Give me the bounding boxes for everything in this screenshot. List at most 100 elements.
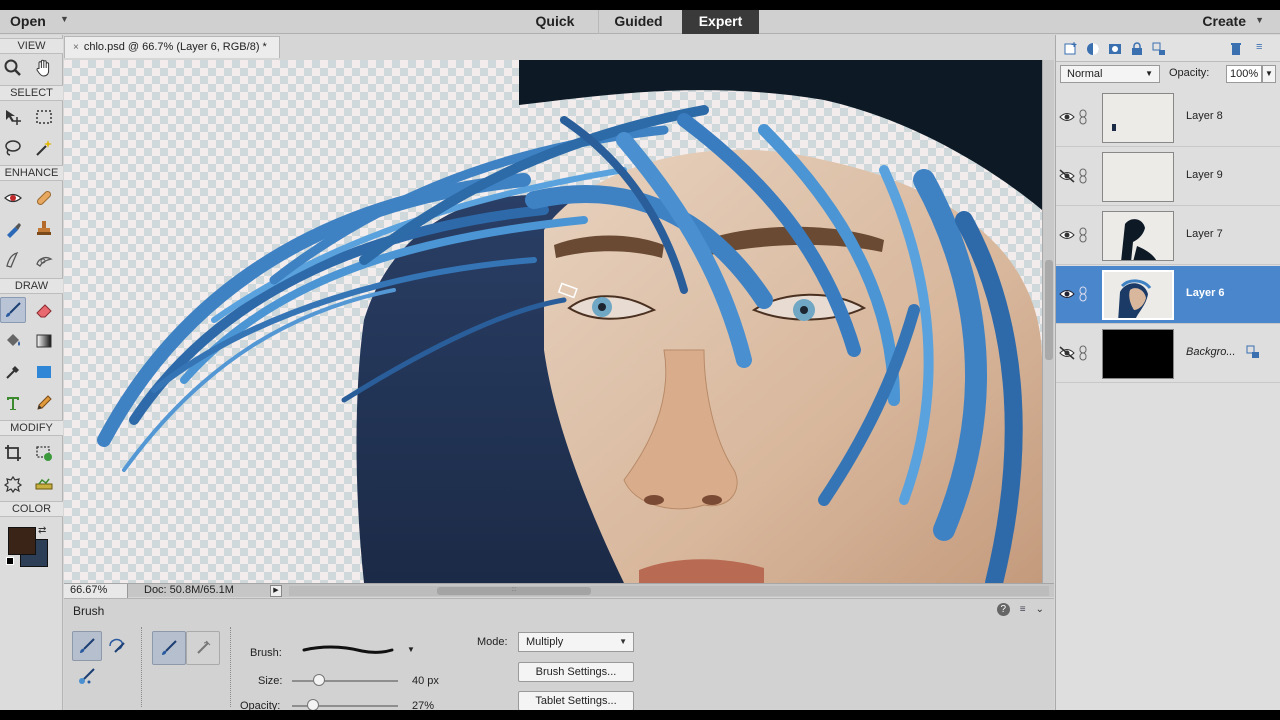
document-tab[interactable]: × chlo.psd @ 66.7% (Layer 6, RGB/8) * <box>64 36 280 58</box>
layer-lock-icon[interactable] <box>1246 345 1260 359</box>
mode-caret-icon: ▼ <box>619 637 627 646</box>
artwork <box>97 60 1042 583</box>
paint-bucket-icon[interactable] <box>0 328 26 354</box>
opacity-value[interactable]: 27% <box>412 700 434 710</box>
lasso-icon[interactable] <box>0 135 26 161</box>
tool-options-controls: ? ≡ ⌄ <box>996 603 1044 616</box>
clone-stamp-icon[interactable] <box>31 216 57 242</box>
visibility-eye-icon[interactable] <box>1059 228 1075 242</box>
collapse-icon[interactable]: ⌄ <box>1036 604 1044 615</box>
layer-row[interactable]: Layer 6 <box>1056 266 1280 324</box>
zoom-icon[interactable] <box>0 55 26 81</box>
magic-wand-icon[interactable] <box>31 135 57 161</box>
adjustment-layer-icon[interactable] <box>1085 41 1101 57</box>
straighten-icon[interactable] <box>31 471 57 497</box>
help-icon[interactable]: ? <box>996 603 1010 616</box>
marquee-icon[interactable] <box>31 104 57 130</box>
layer-name: Layer 7 <box>1186 228 1223 240</box>
brush-preset-preview[interactable] <box>302 641 394 659</box>
layer-opacity-field[interactable]: 100% <box>1226 65 1262 83</box>
horizontal-scroll-thumb[interactable]: ::: <box>437 587 591 595</box>
shape-icon[interactable] <box>31 359 57 385</box>
spot-healing-icon[interactable] <box>31 185 57 211</box>
move-icon[interactable] <box>0 104 26 130</box>
layer-row[interactable]: Backgro... <box>1056 325 1280 383</box>
content-aware-move-icon[interactable] <box>0 471 26 497</box>
link-icon[interactable] <box>1078 345 1088 361</box>
layer-row[interactable]: Layer 8 <box>1056 89 1280 147</box>
opacity-slider-knob[interactable] <box>307 699 320 710</box>
recompose-icon[interactable] <box>31 440 57 466</box>
status-bar: 66.67% Doc: 50.8M/65.1M ▶ ::: <box>64 583 1054 598</box>
red-eye-icon[interactable] <box>0 185 26 211</box>
link-icon[interactable] <box>1078 168 1088 184</box>
layers-toolbar: ≡ <box>1056 35 1280 62</box>
brush-tool-option[interactable] <box>72 631 102 661</box>
vertical-scrollbar[interactable] <box>1042 60 1054 583</box>
swap-colors-icon[interactable]: ⇄ <box>38 525 46 536</box>
brush-preset-dropdown-icon[interactable]: ▼ <box>407 645 415 654</box>
color-replacement-option[interactable] <box>72 661 102 691</box>
layers-panel-menu-icon[interactable]: ≡ <box>1256 41 1272 57</box>
close-tab-icon[interactable]: × <box>73 42 79 53</box>
blend-mode-caret-icon: ▼ <box>1145 69 1153 78</box>
layer-opacity-caret-icon[interactable]: ▼ <box>1262 65 1276 83</box>
lock-all-icon[interactable] <box>1151 41 1167 57</box>
tab-guided[interactable]: Guided <box>598 10 678 34</box>
layer-mask-icon[interactable] <box>1107 41 1123 57</box>
layer-opacity-label: Opacity: <box>1169 67 1210 79</box>
canvas[interactable] <box>64 60 1042 583</box>
eyedropper-icon[interactable] <box>0 359 26 385</box>
layer-name: Layer 6 <box>1186 287 1225 299</box>
layer-row[interactable]: Layer 7 <box>1056 207 1280 265</box>
impressionist-brush-option[interactable] <box>102 631 132 661</box>
brush-settings-button[interactable]: Brush Settings... <box>518 662 634 682</box>
status-menu-icon[interactable]: ▶ <box>270 585 282 597</box>
lock-pixels-icon[interactable] <box>1129 41 1145 57</box>
create-button[interactable]: Create <box>1202 13 1246 29</box>
section-enhance: ENHANCE <box>0 165 63 181</box>
mode-dropdown[interactable]: Multiply ▼ <box>518 632 634 652</box>
hand-icon[interactable] <box>31 55 57 81</box>
layer-row[interactable]: Layer 9 <box>1056 148 1280 206</box>
open-dropdown-icon[interactable]: ▼ <box>60 14 69 24</box>
link-icon[interactable] <box>1078 286 1088 302</box>
size-slider[interactable] <box>292 680 398 682</box>
airbrush-off-option[interactable] <box>152 631 186 665</box>
size-value[interactable]: 40 px <box>412 675 439 687</box>
new-layer-icon[interactable] <box>1063 41 1079 57</box>
panel-menu-icon[interactable]: ≡ <box>1020 604 1026 615</box>
blend-mode-value: Normal <box>1067 68 1103 80</box>
airbrush-option[interactable] <box>186 631 220 665</box>
tablet-settings-button[interactable]: Tablet Settings... <box>518 691 634 710</box>
open-button[interactable]: Open <box>10 13 46 29</box>
gradient-icon[interactable] <box>31 328 57 354</box>
default-colors-icon[interactable] <box>6 557 14 565</box>
visibility-eye-icon[interactable] <box>1059 110 1075 124</box>
sponge-icon[interactable] <box>0 216 26 242</box>
zoom-field[interactable]: 66.67% <box>64 584 128 598</box>
smudge-icon[interactable] <box>31 247 57 273</box>
pencil-icon[interactable] <box>31 390 57 416</box>
eraser-icon[interactable] <box>31 297 57 323</box>
foreground-color-swatch[interactable] <box>8 527 36 555</box>
link-icon[interactable] <box>1078 227 1088 243</box>
visibility-eye-icon[interactable] <box>1059 287 1075 301</box>
brush-icon[interactable] <box>0 297 26 323</box>
crop-icon[interactable] <box>0 440 26 466</box>
blur-icon[interactable] <box>0 247 26 273</box>
type-icon[interactable] <box>0 390 26 416</box>
size-slider-knob[interactable] <box>312 674 325 686</box>
blend-mode-dropdown[interactable]: Normal ▼ <box>1060 65 1160 83</box>
vertical-scroll-thumb[interactable] <box>1045 260 1053 360</box>
hidden-eye-icon[interactable] <box>1059 346 1075 360</box>
section-modify: MODIFY <box>0 420 63 436</box>
tab-expert[interactable]: Expert <box>682 10 759 34</box>
delete-layer-icon[interactable] <box>1228 41 1244 57</box>
link-icon[interactable] <box>1078 109 1088 125</box>
hidden-eye-icon[interactable] <box>1059 169 1075 183</box>
create-dropdown-icon[interactable]: ▼ <box>1255 15 1264 25</box>
tab-quick[interactable]: Quick <box>515 10 595 34</box>
horizontal-scrollbar[interactable]: ::: <box>289 586 1049 596</box>
options-divider <box>141 627 142 707</box>
